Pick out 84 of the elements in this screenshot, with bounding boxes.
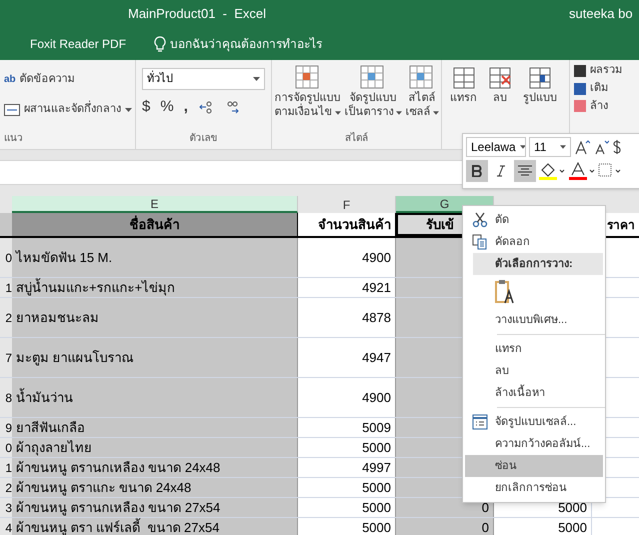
style-button[interactable]: จัดรูปแบบ เป็นตาราง: [344, 64, 402, 120]
font-color-icon[interactable]: [568, 162, 596, 180]
user-name: suteeka bo: [569, 5, 633, 23]
row-number[interactable]: 7: [0, 338, 12, 377]
table-cell: ผ้าขนหนู ตรา แฟร์เลดี้ ขนาด 27x54: [12, 518, 298, 535]
table-cell: 0: [396, 498, 494, 517]
merge-center-button[interactable]: ผสานและจัดกึ่งกลาง: [4, 98, 135, 122]
header-cell: ชื่อสินค้า: [12, 213, 298, 236]
window-title: MainProduct01 - Excel: [128, 5, 266, 23]
menu-item[interactable]: แทรก: [465, 338, 603, 360]
caret-icon: [125, 108, 132, 112]
center-align-button[interactable]: [514, 160, 536, 182]
caret-icon: [334, 110, 340, 115]
row-number[interactable]: 2: [0, 478, 12, 497]
currency-button[interactable]: $: [142, 98, 150, 117]
row-number[interactable]: 2: [0, 298, 12, 337]
table-cell: ยาหอมชนะลม: [12, 298, 298, 337]
editing-icon: [574, 64, 586, 77]
row-number[interactable]: 3: [0, 498, 12, 517]
lightbulb-icon: [154, 36, 166, 52]
table-cell: 0: [396, 518, 494, 535]
font-name-field[interactable]: Leelawa: [466, 137, 526, 157]
fill-color-icon[interactable]: [538, 162, 566, 180]
caret-icon: [396, 110, 402, 115]
shrink-font-icon[interactable]: [593, 139, 609, 155]
number-format-dropdown[interactable]: ทั่วไป: [142, 68, 265, 90]
row-number[interactable]: 8: [0, 378, 12, 417]
table-cell: ยาสีฟันเกลือ: [12, 418, 298, 437]
row-number[interactable]: 1: [0, 278, 12, 297]
row-header-cell: [0, 213, 12, 236]
editing-icon: [574, 100, 586, 112]
percent-button[interactable]: %: [160, 98, 174, 117]
tell-me-field[interactable]: บอกฉันว่าคุณต้องการทำอะไร: [154, 34, 322, 52]
row-number[interactable]: 0: [0, 438, 12, 457]
comma-button[interactable]: ,: [184, 98, 188, 117]
cells-button[interactable]: รูปแบบ: [523, 64, 557, 106]
editing-button[interactable]: ล้าง: [574, 100, 622, 114]
wrap-text-button[interactable]: ab ตัดข้อความ: [4, 68, 135, 92]
group-label: แนว: [4, 132, 24, 146]
currency-icon[interactable]: [612, 139, 622, 155]
group-label: ตัวเลข: [190, 132, 218, 146]
menu-item[interactable]: วางแบบพิเศษ...: [465, 309, 603, 331]
column-header[interactable]: E: [12, 196, 298, 213]
style-button[interactable]: การจัดรูปแบบ ตามเงื่อนไข: [274, 64, 340, 120]
table-cell: ผ้าขนหนู ตรานกเหลือง ขนาด 24x48: [12, 458, 298, 477]
center-align-icon: [518, 165, 532, 177]
table-cell: ไหมขัดฟัน 15 M.: [12, 238, 298, 277]
editing-button[interactable]: ผลรวม: [574, 64, 622, 78]
menu-item[interactable]: ซ่อน: [465, 455, 603, 477]
menu-item[interactable]: ความกว้างคอลัมน์...: [465, 433, 603, 455]
row-number[interactable]: 4: [0, 518, 12, 535]
row-number[interactable]: 1: [0, 458, 12, 477]
bold-button[interactable]: [466, 160, 488, 182]
row-number[interactable]: 0: [0, 238, 12, 277]
group-label: สไตล์: [345, 131, 368, 146]
italic-icon: [497, 165, 505, 177]
font-size-field[interactable]: 11: [529, 137, 571, 157]
table-cell: ผ้าขนหนู ตรานกเหลือง ขนาด 27x54: [12, 498, 298, 517]
table-cell: ผ้าถุงลายไทย: [12, 438, 298, 457]
merge-icon: [4, 104, 20, 116]
table-cell: ผ้าขนหนู ตราแกะ ขนาด 24x48: [12, 478, 298, 497]
menu-item[interactable]: ยกเลิกการซ่อน: [465, 477, 603, 499]
menu-item[interactable]: ล้างเนื้อหา: [465, 382, 603, 404]
menu-item[interactable]: ลบ: [465, 360, 603, 382]
ribbon-tab[interactable]: Foxit Reader PDF: [30, 34, 126, 52]
cells-button[interactable]: แทรก: [450, 64, 477, 106]
paste-options-header: ตัวเลือกการวาง:: [473, 253, 603, 275]
editing-icon: [574, 82, 586, 95]
row-number[interactable]: 9: [0, 418, 12, 437]
caret-icon: [432, 110, 438, 115]
format-cells-icon: [472, 414, 488, 430]
copy-icon: [472, 234, 488, 250]
cells-button[interactable]: ลบ: [487, 64, 513, 106]
table-cell: มะตูม ยาแผนโบราณ: [12, 338, 298, 377]
table-cell: สบู่น้ำนมแกะ+รกแกะ+ไข่มุก: [12, 278, 298, 297]
table-cell: น้ำมันว่าน: [12, 378, 298, 417]
caret-icon: [253, 77, 260, 81]
menu-item[interactable]: จัดรูปแบบเซลล์...: [465, 411, 603, 433]
scissors-icon: [472, 212, 488, 228]
editing-button[interactable]: เติม: [574, 82, 622, 96]
increase-decimal-icon[interactable]: [198, 99, 214, 116]
bold-icon: [472, 165, 482, 177]
style-button[interactable]: สไตล์ เซลล์: [406, 64, 438, 120]
grow-font-icon[interactable]: [574, 139, 590, 155]
